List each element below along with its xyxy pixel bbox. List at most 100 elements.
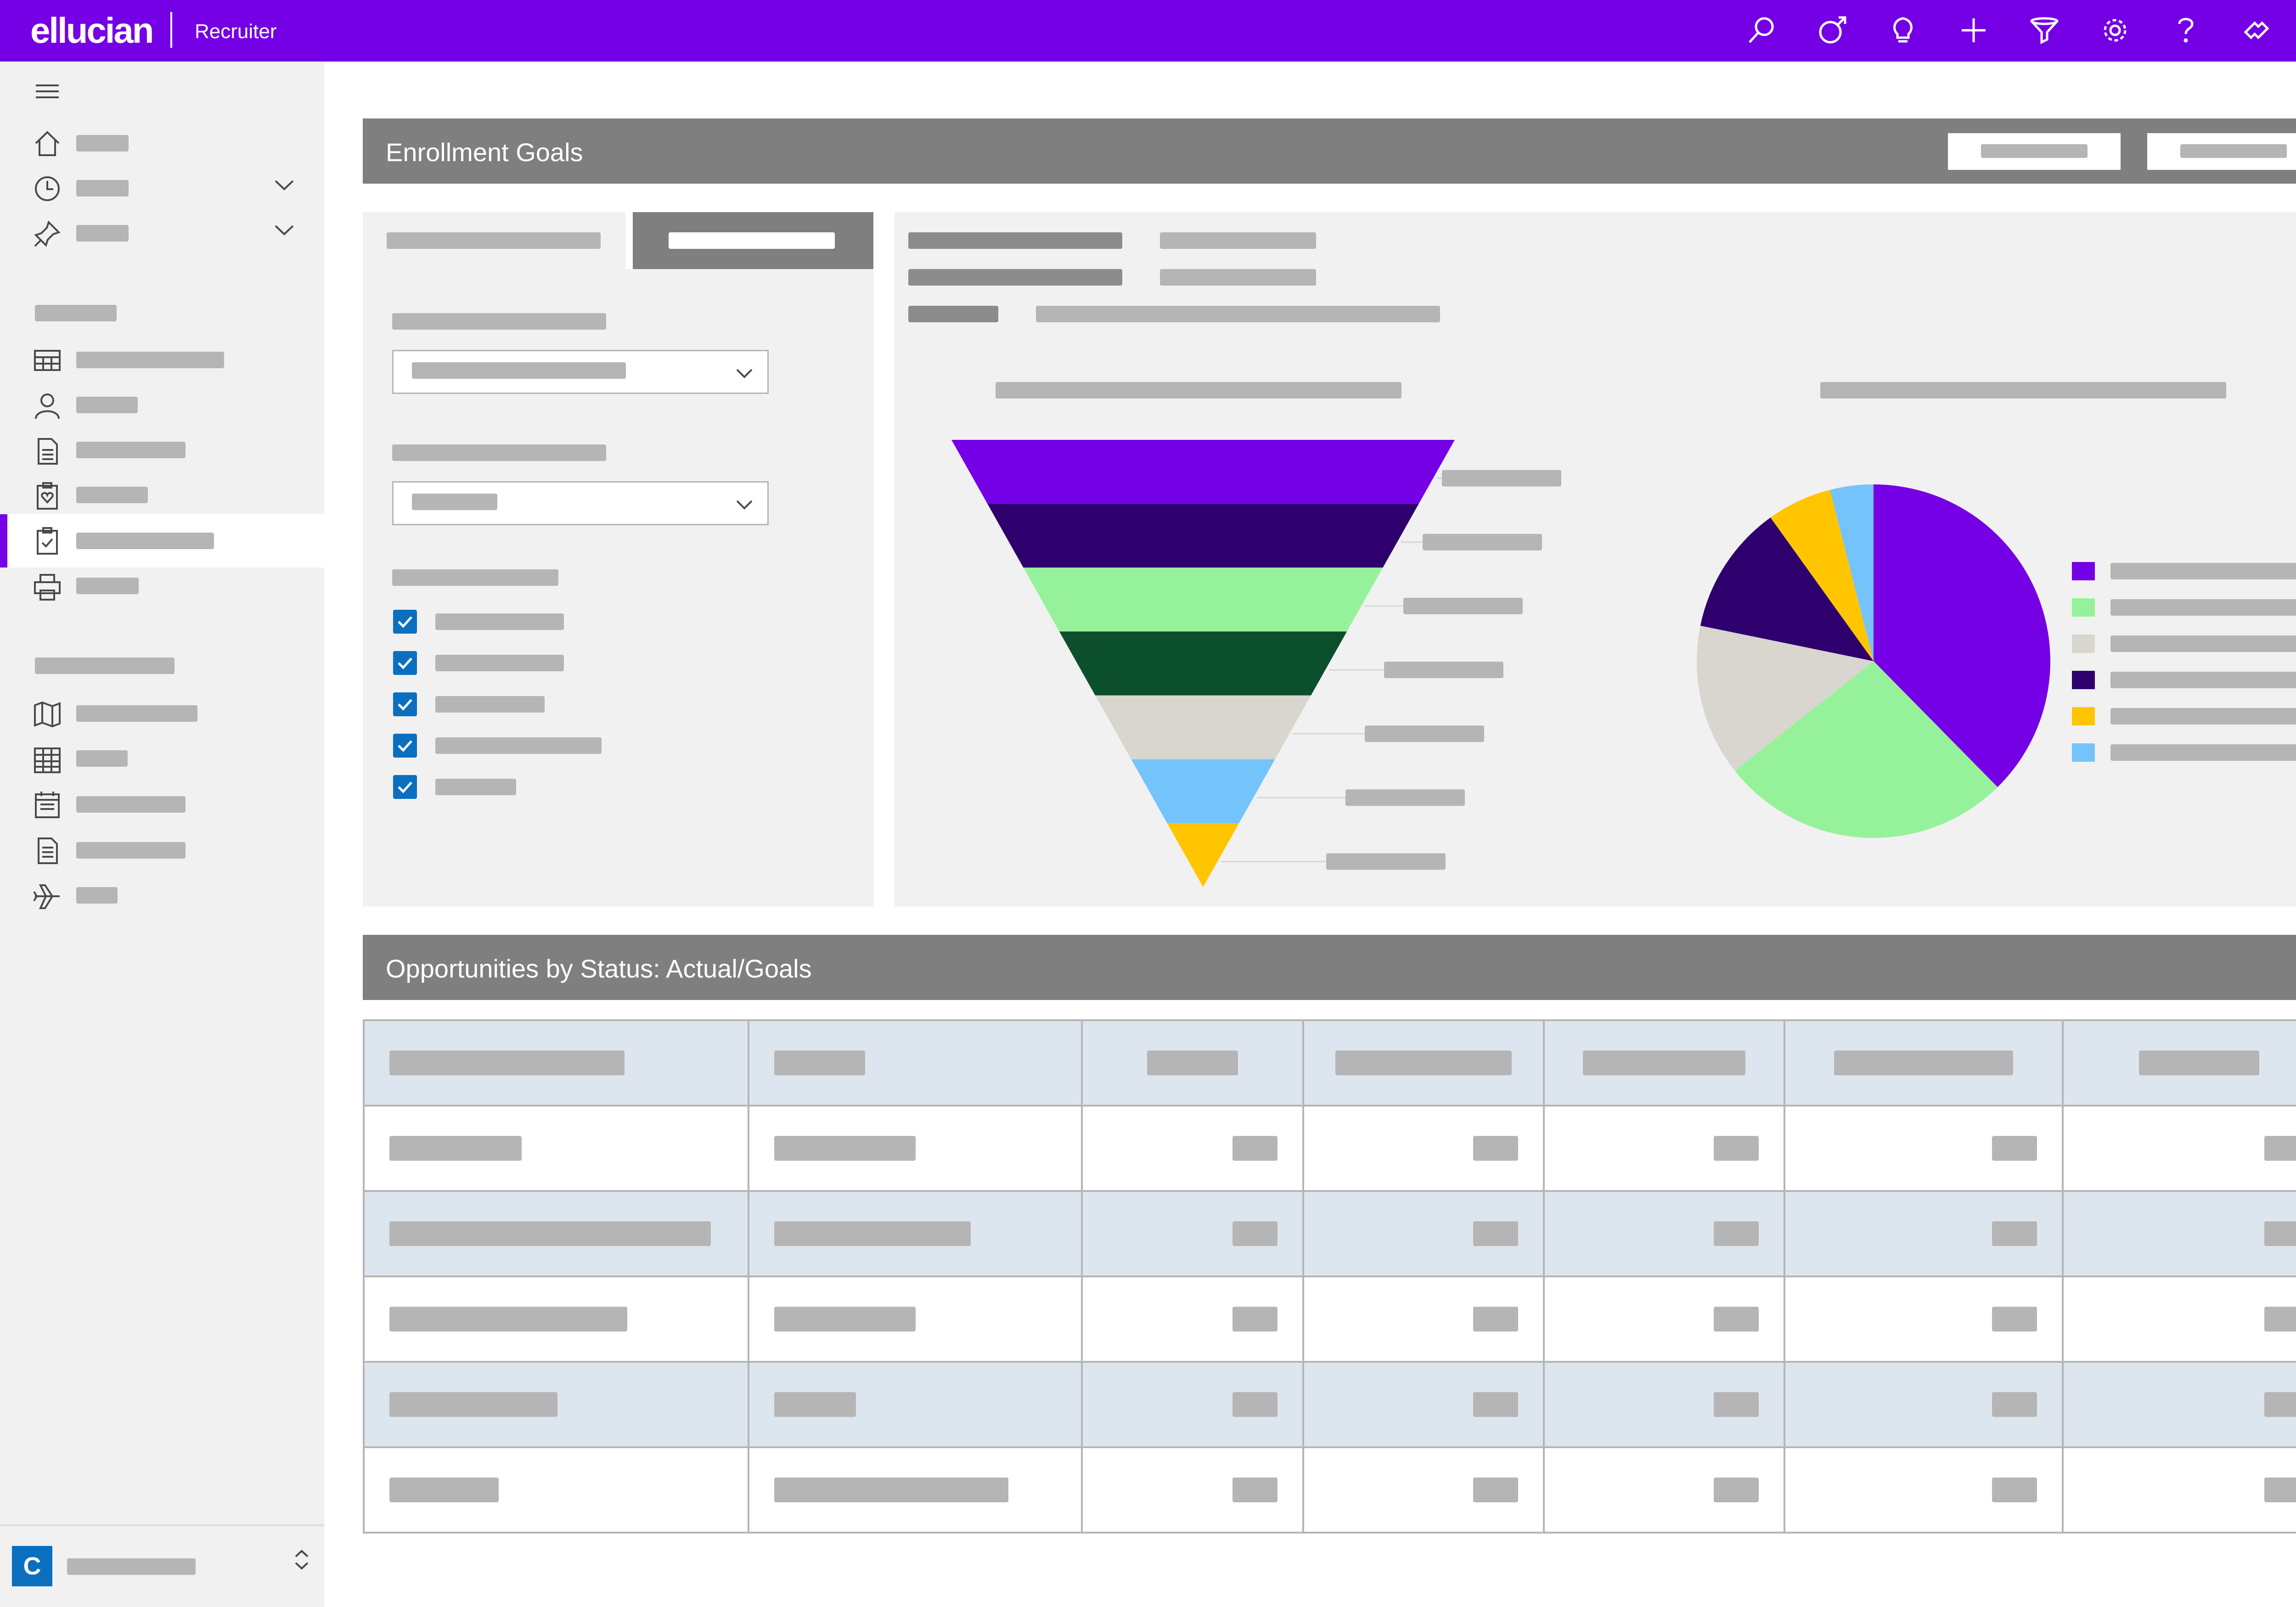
gear-icon[interactable]	[2099, 14, 2132, 47]
filter-select[interactable]	[392, 481, 769, 525]
person-icon[interactable]	[32, 391, 62, 421]
sidebar-item[interactable]	[76, 887, 118, 904]
funnel-stage[interactable]	[1131, 759, 1275, 823]
header-action-button[interactable]	[1948, 133, 2121, 170]
checkbox-label	[435, 737, 602, 754]
tab-active-label	[669, 232, 835, 249]
magnify-person-icon[interactable]	[1816, 14, 1849, 47]
summary-value	[1036, 306, 1440, 322]
chevron-down-icon[interactable]	[272, 173, 297, 197]
sidebar-item-home[interactable]	[76, 135, 129, 152]
legend-label	[2110, 635, 2296, 652]
column-header[interactable]	[748, 1019, 1083, 1107]
filter-icon[interactable]	[2028, 14, 2061, 47]
tab-inactive[interactable]	[387, 232, 601, 249]
column-header[interactable]	[1081, 1019, 1304, 1107]
sidebar-item[interactable]	[76, 442, 186, 458]
sidebar-item-goals[interactable]	[76, 533, 214, 549]
document-icon[interactable]	[32, 436, 62, 466]
table-icon[interactable]	[32, 345, 62, 376]
column-header[interactable]	[1302, 1019, 1545, 1107]
help-icon[interactable]	[2169, 14, 2202, 47]
opportunities-table	[363, 1019, 2296, 1534]
funnel-stage[interactable]	[1023, 568, 1383, 632]
sidebar-item[interactable]	[76, 397, 138, 413]
legend-swatch	[2072, 707, 2095, 725]
calendar-grid-icon[interactable]	[32, 745, 62, 775]
sidebar-item[interactable]	[76, 352, 224, 368]
funnel-stage[interactable]	[1167, 823, 1239, 887]
column-header[interactable]	[363, 1019, 749, 1107]
checkbox-label	[435, 613, 564, 630]
sidebar-item[interactable]	[76, 705, 197, 722]
table-row[interactable]	[363, 1361, 2296, 1448]
filter-select[interactable]	[392, 350, 769, 394]
summary-value	[1160, 269, 1316, 286]
select-value	[412, 494, 497, 510]
table-row[interactable]	[363, 1275, 2296, 1363]
list-document-icon[interactable]	[32, 836, 62, 866]
chevron-down-icon[interactable]	[272, 218, 297, 242]
legend-label	[2110, 744, 2296, 761]
lightbulb-icon[interactable]	[1886, 14, 1919, 47]
sidebar	[0, 62, 324, 1607]
checkbox-checked[interactable]	[393, 610, 417, 634]
search-icon[interactable]	[1745, 14, 1778, 47]
legend-swatch	[2072, 671, 2095, 689]
checkbox-checked[interactable]	[393, 651, 417, 675]
clock-icon[interactable]	[32, 174, 62, 204]
clipboard-heart-icon[interactable]	[32, 481, 62, 511]
active-indicator	[0, 514, 7, 568]
legend-label	[2110, 708, 2296, 725]
legend-swatch	[2072, 598, 2095, 617]
expand-collapse-icon[interactable]	[289, 1547, 314, 1572]
funnel-stage[interactable]	[1095, 695, 1311, 759]
funnel-stage-label	[1403, 597, 1523, 614]
home-icon[interactable]	[32, 129, 62, 159]
plus-icon[interactable]	[1957, 14, 1990, 47]
column-header[interactable]	[2062, 1019, 2296, 1107]
column-header[interactable]	[1543, 1019, 1785, 1107]
funnel-stage[interactable]	[987, 504, 1419, 568]
plane-icon[interactable]	[32, 882, 62, 912]
checkbox-label	[435, 696, 545, 713]
legend-swatch	[2072, 635, 2095, 653]
sidebar-item[interactable]	[76, 487, 148, 503]
table-header-row	[363, 1019, 2296, 1107]
checkbox-checked[interactable]	[393, 734, 417, 758]
sidebar-item[interactable]	[76, 578, 139, 594]
calendar-icon[interactable]	[32, 790, 62, 820]
tab-divider	[625, 212, 633, 269]
table-row[interactable]	[363, 1190, 2296, 1277]
user-avatar[interactable]: C	[12, 1546, 52, 1586]
funnel-stage[interactable]	[951, 440, 1455, 504]
checkbox-checked[interactable]	[393, 692, 417, 716]
funnel-stage-label	[1345, 789, 1465, 806]
sidebar-item-pinned[interactable]	[76, 225, 129, 242]
app-root: ellucian Recruiter C Enrollment Goals Op…	[0, 0, 2296, 1607]
printer-icon[interactable]	[32, 572, 62, 602]
sidebar-section-label	[35, 657, 174, 674]
sidebar-item[interactable]	[76, 750, 128, 767]
sidebar-item[interactable]	[76, 796, 186, 813]
puzzle-icon[interactable]	[2240, 14, 2273, 47]
clipboard-check-icon[interactable]	[32, 526, 62, 556]
ellucian-logo[interactable]: ellucian	[30, 12, 154, 49]
header-action-button[interactable]	[2147, 133, 2296, 170]
checkbox-checked[interactable]	[393, 775, 417, 799]
pin-icon[interactable]	[32, 219, 62, 249]
column-header[interactable]	[1784, 1019, 2064, 1107]
table-row[interactable]	[363, 1105, 2296, 1192]
map-icon[interactable]	[32, 699, 62, 729]
legend-label	[2110, 672, 2296, 688]
sidebar-item-recent[interactable]	[76, 180, 129, 197]
table-row[interactable]	[363, 1446, 2296, 1534]
funnel-stage-label	[1365, 725, 1484, 742]
legend-label	[2110, 599, 2296, 616]
chevron-down-icon	[736, 369, 753, 378]
summary-label	[908, 232, 1122, 249]
sidebar-item[interactable]	[76, 842, 186, 859]
select-value	[412, 362, 626, 379]
hamburger-icon[interactable]	[32, 76, 62, 107]
funnel-stage[interactable]	[1059, 631, 1347, 696]
